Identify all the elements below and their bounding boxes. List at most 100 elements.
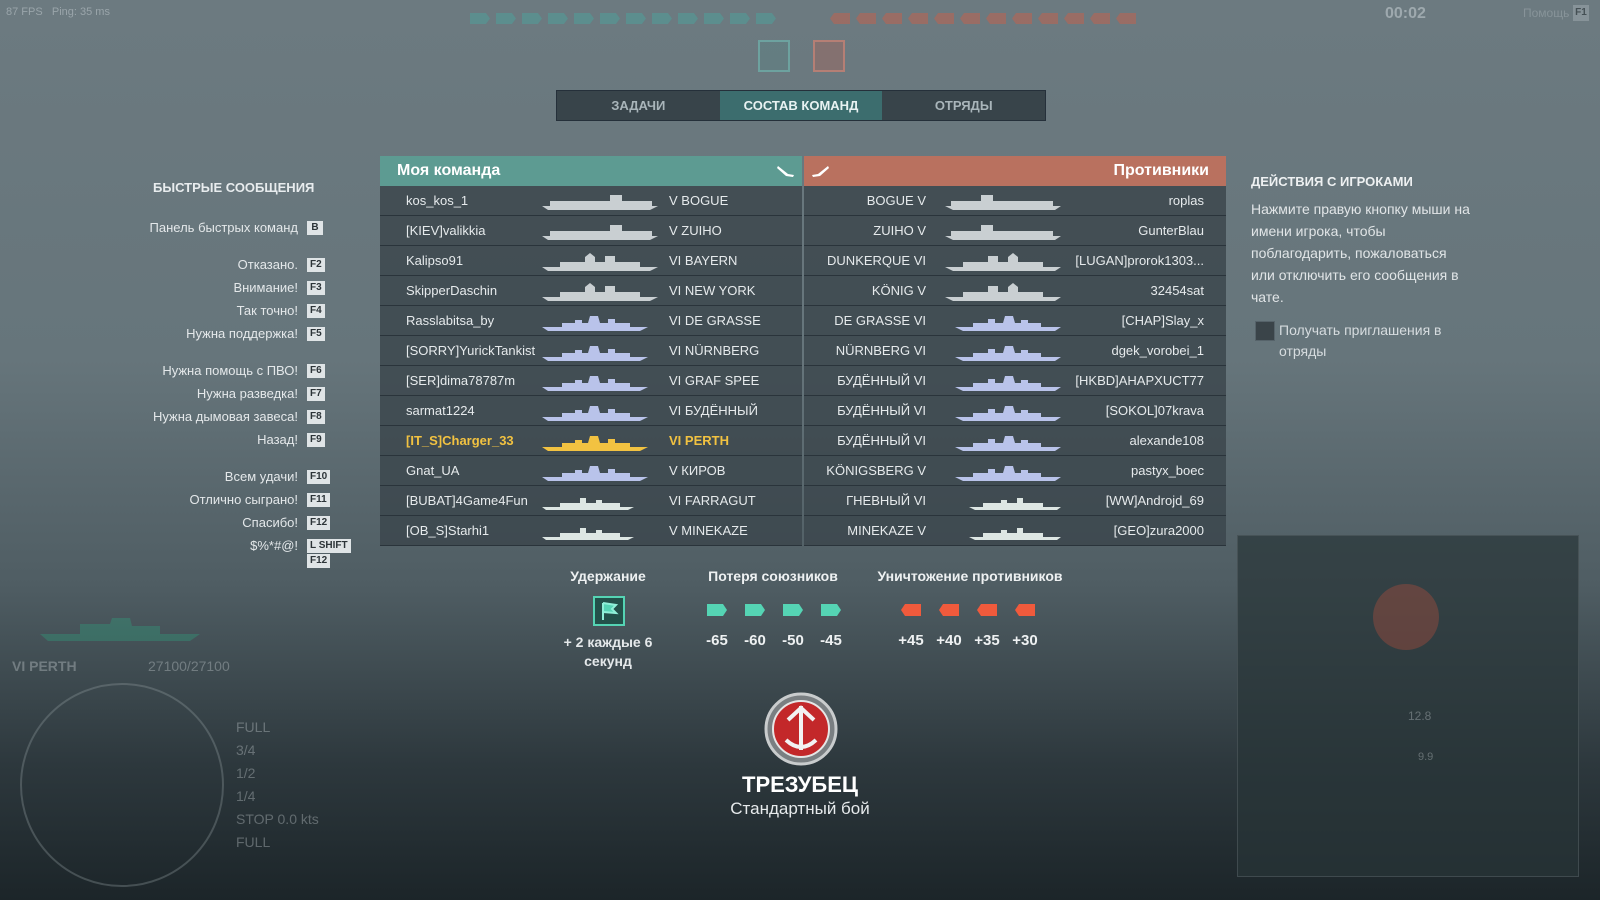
- player-name[interactable]: Rasslabitsa_by: [406, 306, 494, 335]
- hold-title: Удержание: [570, 568, 646, 584]
- player-name[interactable]: [GEO]zura2000: [1114, 516, 1204, 545]
- help-key[interactable]: F1: [1573, 5, 1589, 21]
- ally-ship-type-icon: [707, 604, 727, 616]
- cruiser-ship-icon: [955, 346, 1061, 361]
- player-row[interactable]: [WW]Androjd_69 ГНЕВНЫЙ VI: [804, 486, 1226, 516]
- player-row[interactable]: dgek_vorobei_1 NÜRNBERG VI: [804, 336, 1226, 366]
- ship-name: БУДЁННЫЙ VI: [837, 373, 926, 388]
- tab-divisions[interactable]: ОТРЯДЫ: [882, 91, 1045, 120]
- player-row[interactable]: [BUBAT]4Game4Fun VI FARRAGUT: [380, 486, 802, 516]
- cruiser-ship-icon: [955, 436, 1061, 451]
- carrier-ship-icon: [945, 195, 1061, 210]
- player-row[interactable]: SkipperDaschin VI NEW YORK: [380, 276, 802, 306]
- enemy-ship-type-icon: [977, 604, 997, 616]
- player-name[interactable]: [HKBD]AHAPXUCT77: [1075, 366, 1204, 395]
- player-name[interactable]: 32454sat: [1151, 276, 1205, 305]
- score-value: -65: [706, 632, 728, 649]
- player-row[interactable]: [LUGAN]prorok1303... DUNKERQUE VI: [804, 246, 1226, 276]
- cruiser-ship-icon: [955, 466, 1061, 481]
- player-row[interactable]: GunterBlau ZUIHO V: [804, 216, 1226, 246]
- player-actions-text: Нажмите правую кнопку мыши на имени игро…: [1251, 201, 1470, 305]
- player-row[interactable]: [GEO]zura2000 MINEKAZE V: [804, 516, 1226, 546]
- player-name[interactable]: kos_kos_1: [406, 186, 468, 215]
- quick-message-item[interactable]: Нужна помощь с ПВО!: [162, 363, 298, 378]
- player-name[interactable]: GunterBlau: [1138, 216, 1204, 245]
- player-name[interactable]: [BUBAT]4Game4Fun: [406, 486, 528, 515]
- player-name[interactable]: [SER]dima78787m: [406, 366, 515, 395]
- quick-message-item[interactable]: Спасибо!: [242, 515, 298, 530]
- player-row[interactable]: [SER]dima78787m VI GRAF SPEE: [380, 366, 802, 396]
- hotkey-badge: F2: [307, 258, 325, 272]
- player-row[interactable]: 32454sat KÖNIG V: [804, 276, 1226, 306]
- player-row[interactable]: [IT_S]Charger_33 VI PERTH: [380, 426, 802, 456]
- player-name[interactable]: dgek_vorobei_1: [1111, 336, 1204, 365]
- battle-mode-title: ТРЕЗУБЕЦ: [742, 772, 858, 797]
- my-team-title: Моя команда: [397, 162, 501, 179]
- quick-message-item[interactable]: Всем удачи!: [225, 469, 298, 484]
- player-name[interactable]: Gnat_UA: [406, 456, 459, 485]
- quick-message-item[interactable]: Отказано.: [238, 257, 298, 272]
- player-name[interactable]: [OB_S]Starhi1: [406, 516, 489, 545]
- quick-message-item[interactable]: Так точно!: [237, 303, 298, 318]
- player-row[interactable]: [SOKOL]07krava БУДЁННЫЙ VI: [804, 396, 1226, 426]
- player-name[interactable]: [IT_S]Charger_33: [406, 426, 514, 455]
- quick-message-item[interactable]: Назад!: [257, 432, 298, 447]
- ship-name: VI БУДЁННЫЙ: [669, 403, 758, 418]
- quick-message-item[interactable]: Внимание!: [233, 280, 298, 295]
- player-name[interactable]: SkipperDaschin: [406, 276, 497, 305]
- battle-mode-subtitle: Стандартный бой: [730, 799, 870, 818]
- player-name[interactable]: [WW]Androjd_69: [1106, 486, 1204, 515]
- score-value: +35: [974, 632, 1000, 649]
- flag-icon: [593, 596, 625, 626]
- player-row[interactable]: [CHAP]Slay_x DE GRASSE VI: [804, 306, 1226, 336]
- tab-tasks[interactable]: ЗАДАЧИ: [557, 91, 720, 120]
- hotkey-badge: F5: [307, 327, 325, 341]
- player-row[interactable]: Rasslabitsa_by VI DE GRASSE: [380, 306, 802, 336]
- hold-value: + 2 каждые 6 секунд: [563, 634, 653, 669]
- player-name[interactable]: [SOKOL]07krava: [1106, 396, 1204, 425]
- my-team-list: kos_kos_1 V BOGUE [KIEV]valikkia V ZUIHO Kal…: [380, 186, 802, 546]
- division-invites-checkbox[interactable]: [1255, 321, 1275, 341]
- division-invites-label[interactable]: Получать приглашения в отряды: [1279, 320, 1479, 362]
- player-row[interactable]: roplas BOGUE V: [804, 186, 1226, 216]
- quick-message-item[interactable]: $%*#@!: [250, 538, 298, 553]
- player-name[interactable]: [KIEV]valikkia: [406, 216, 485, 245]
- score-value: -45: [820, 632, 842, 649]
- quick-message-item[interactable]: Нужна разведка!: [197, 386, 298, 401]
- throttle-scale: FULL 3/4 1/2 1/4 STOP 0.0 kts FULL: [236, 719, 319, 850]
- enemy-team-list: roplas BOGUE V GunterBlau ZUIHO V [LUGAN]pro…: [804, 186, 1226, 546]
- player-row[interactable]: Gnat_UA V КИРОВ: [380, 456, 802, 486]
- tab-team-roster[interactable]: СОСТАВ КОМАНД: [719, 91, 883, 120]
- minimap[interactable]: 12.8 9.9: [1237, 535, 1579, 877]
- player-row[interactable]: [HKBD]AHAPXUCT77 БУДЁННЫЙ VI: [804, 366, 1226, 396]
- carrier-ship-icon: [542, 225, 658, 240]
- quick-message-item[interactable]: Нужна дымовая завеса!: [153, 409, 298, 424]
- player-name[interactable]: roplas: [1169, 186, 1204, 215]
- player-row[interactable]: kos_kos_1 V BOGUE: [380, 186, 802, 216]
- player-row[interactable]: [SORRY]YurickTankist VI NÜRNBERG: [380, 336, 802, 366]
- player-row[interactable]: alexande108 БУДЁННЫЙ VI: [804, 426, 1226, 456]
- cruiser-ship-icon: [542, 376, 648, 391]
- destroyer-ship-icon: [542, 528, 634, 540]
- player-name[interactable]: [LUGAN]prorok1303...: [1075, 246, 1204, 275]
- ship-name: V MINEKAZE: [669, 523, 748, 538]
- help-label[interactable]: Помощь: [1523, 6, 1569, 20]
- player-name[interactable]: [CHAP]Slay_x: [1122, 306, 1204, 335]
- player-name[interactable]: pastyx_boec: [1131, 456, 1204, 485]
- player-name[interactable]: sarmat1224: [406, 396, 475, 425]
- player-name[interactable]: Kalipso91: [406, 246, 463, 275]
- quick-message-item[interactable]: Отлично сыграно!: [190, 492, 299, 507]
- hotkey-badge: F12: [307, 516, 331, 530]
- player-row[interactable]: sarmat1224 VI БУДЁННЫЙ: [380, 396, 802, 426]
- hotkey-badge: F8: [307, 410, 325, 424]
- quick-message-item[interactable]: Панель быстрых команд: [150, 220, 298, 235]
- player-ship-silhouette: [40, 612, 204, 642]
- player-name[interactable]: alexande108: [1130, 426, 1204, 455]
- ship-name: DE GRASSE VI: [834, 313, 926, 328]
- quick-message-item[interactable]: Нужна поддержка!: [186, 326, 298, 341]
- player-row[interactable]: [KIEV]valikkia V ZUIHO: [380, 216, 802, 246]
- player-row[interactable]: Kalipso91 VI BAYERN: [380, 246, 802, 276]
- player-row[interactable]: [OB_S]Starhi1 V MINEKAZE: [380, 516, 802, 546]
- player-row[interactable]: pastyx_boec KÖNIGSBERG V: [804, 456, 1226, 486]
- player-name[interactable]: [SORRY]YurickTankist: [406, 336, 535, 365]
